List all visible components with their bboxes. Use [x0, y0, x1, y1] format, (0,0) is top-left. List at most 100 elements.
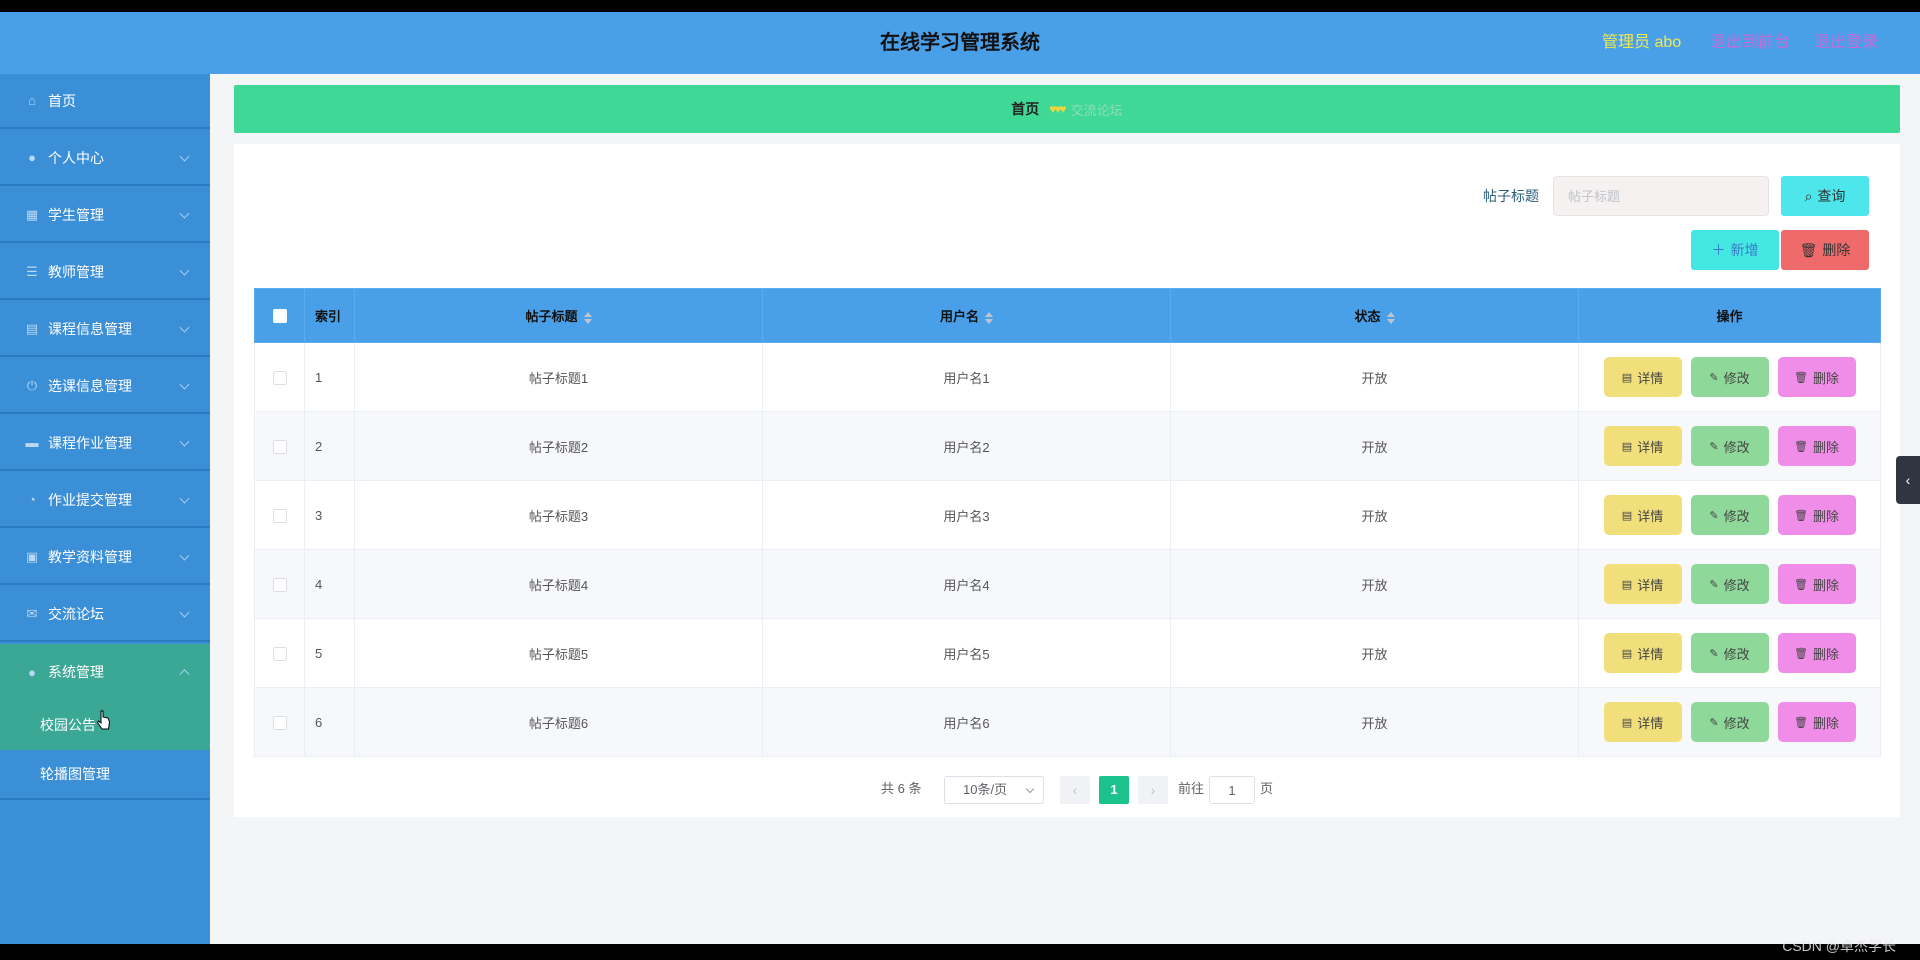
- select-all-checkbox[interactable]: [272, 309, 287, 324]
- sidebar-item-homework[interactable]: ▬ 课程作业管理: [0, 416, 210, 471]
- row-checkbox[interactable]: [272, 439, 287, 454]
- sort-icon[interactable]: [583, 311, 592, 324]
- logout-link[interactable]: 退出登录: [1814, 12, 1878, 74]
- row-checkbox[interactable]: [272, 715, 287, 730]
- sidebar-item-materials[interactable]: ▣ 教学资料管理: [0, 530, 210, 585]
- sidebar-item-courses[interactable]: ▤ 课程信息管理: [0, 302, 210, 357]
- search-icon: ⌕: [1804, 187, 1813, 204]
- row-user: 用户名6: [762, 687, 1171, 757]
- column-header-title[interactable]: 帖子标题: [354, 288, 763, 343]
- row-status: 开放: [1170, 480, 1579, 550]
- plus-icon: ＋: [1711, 242, 1726, 258]
- sidebar-item-submissions[interactable]: ◔ 作业提交管理: [0, 473, 210, 528]
- sidebar-item-teachers[interactable]: ☰ 教师管理: [0, 245, 210, 300]
- column-header-title-label: 帖子标题: [525, 309, 578, 324]
- row-checkbox[interactable]: [272, 577, 287, 592]
- row-checkbox[interactable]: [272, 370, 287, 385]
- menu-lines-icon: ☰: [26, 263, 38, 279]
- row-select-cell: [254, 618, 305, 688]
- edit-button-label: 修改: [1723, 370, 1750, 386]
- page-size-select[interactable]: 10条/页: [944, 776, 1044, 804]
- delete-button[interactable]: 🗑 删除: [1777, 564, 1856, 604]
- sidebar-item-system[interactable]: ● 系统管理: [0, 644, 210, 700]
- sidebar-item-label: 教师管理: [48, 263, 104, 280]
- edit-button[interactable]: ✎ 修改: [1690, 426, 1769, 466]
- collapse-tab[interactable]: ‹: [1896, 456, 1920, 504]
- delete-button[interactable]: 🗑 删除: [1777, 357, 1856, 397]
- sidebar-item-label: 课程信息管理: [48, 320, 132, 337]
- row-checkbox[interactable]: [272, 646, 287, 661]
- edit-button[interactable]: ✎ 修改: [1690, 357, 1769, 397]
- pencil-icon: ✎: [1709, 440, 1719, 453]
- mouse-pointer-icon: [97, 710, 111, 730]
- next-page-button[interactable]: ›: [1138, 776, 1168, 804]
- edit-button-label: 修改: [1723, 646, 1750, 662]
- delete-button-label: 删除: [1812, 508, 1839, 524]
- prev-page-button[interactable]: ‹: [1060, 776, 1090, 804]
- edit-button[interactable]: ✎ 修改: [1690, 564, 1769, 604]
- row-select-cell: [254, 687, 305, 757]
- sidebar-item-label: 选课信息管理: [48, 377, 132, 394]
- column-header-status-label: 状态: [1354, 309, 1381, 324]
- pencil-icon: ✎: [1709, 578, 1719, 591]
- delete-button[interactable]: 🗑 删除: [1777, 702, 1856, 742]
- document-icon: ▤: [1621, 371, 1633, 384]
- document-icon: ▤: [1621, 578, 1633, 591]
- row-title: 帖子标题5: [354, 618, 763, 688]
- detail-button[interactable]: ▤ 详情: [1603, 633, 1682, 673]
- chevron-up-icon: [179, 669, 190, 680]
- query-button[interactable]: ⌕ 查询: [1781, 176, 1869, 216]
- page-number-current[interactable]: 1: [1099, 776, 1129, 804]
- sidebar-item-students[interactable]: ▦ 学生管理: [0, 188, 210, 243]
- admin-label: 管理员 abo: [1602, 34, 1682, 51]
- edit-button[interactable]: ✎ 修改: [1690, 495, 1769, 535]
- document-icon: ▤: [1621, 509, 1633, 522]
- row-checkbox[interactable]: [272, 508, 287, 523]
- sidebar-item-label: 学生管理: [48, 206, 104, 223]
- user-icon: ●: [28, 664, 36, 680]
- batch-delete-button[interactable]: 🗑 删除: [1781, 230, 1869, 270]
- detail-button[interactable]: ▤ 详情: [1603, 564, 1682, 604]
- goto-page-input[interactable]: [1209, 776, 1255, 804]
- sidebar-subitem-carousel[interactable]: 轮播图管理: [0, 750, 210, 800]
- sidebar-item-label: 系统管理: [48, 664, 104, 680]
- exit-to-front-link[interactable]: 退出到前台: [1710, 12, 1790, 74]
- search-input[interactable]: [1553, 176, 1769, 216]
- posts-table: 索引 帖子标题 用户名 状态 操作 1 帖子标题1 用户名1 开放 ▤ 详情 ✎ 修改 🗑 删除 2…: [254, 288, 1881, 757]
- edit-button[interactable]: ✎ 修改: [1690, 702, 1769, 742]
- sort-icon[interactable]: [1386, 311, 1395, 324]
- delete-button[interactable]: 🗑 删除: [1777, 426, 1856, 466]
- detail-button-label: 详情: [1637, 439, 1664, 455]
- add-button[interactable]: ＋ 新增: [1691, 230, 1779, 270]
- column-header-user-label: 用户名: [939, 309, 979, 324]
- main-content: 首页 ♥♥♥ 交流论坛 帖子标题 ⌕ 查询 ＋ 新增 🗑 删除 索引: [210, 74, 1920, 944]
- column-header-user[interactable]: 用户名: [762, 288, 1171, 343]
- delete-button[interactable]: 🗑 删除: [1777, 495, 1856, 535]
- sidebar-item-home[interactable]: ⌂ 首页: [0, 74, 210, 129]
- column-header-status[interactable]: 状态: [1170, 288, 1579, 343]
- chevron-down-icon: [179, 208, 190, 219]
- detail-button[interactable]: ▤ 详情: [1603, 426, 1682, 466]
- sort-icon[interactable]: [985, 311, 993, 324]
- sidebar-item-enrollment[interactable]: ⏻ 选课信息管理: [0, 359, 210, 414]
- row-index: 6: [304, 687, 355, 757]
- trash-icon: 🗑: [1794, 716, 1808, 729]
- edit-button[interactable]: ✎ 修改: [1690, 633, 1769, 673]
- detail-button[interactable]: ▤ 详情: [1603, 702, 1682, 742]
- row-actions: ▤ 详情 ✎ 修改 🗑 删除: [1578, 342, 1881, 412]
- sidebar-item-label: 首页: [48, 92, 76, 109]
- sidebar-item-personal-center[interactable]: ● 个人中心: [0, 131, 210, 186]
- sidebar-item-forum[interactable]: ✉ 交流论坛: [0, 587, 210, 642]
- detail-button[interactable]: ▤ 详情: [1603, 495, 1682, 535]
- row-actions: ▤ 详情 ✎ 修改 🗑 删除: [1578, 549, 1881, 619]
- chevron-down-icon: [179, 550, 190, 561]
- row-title: 帖子标题3: [354, 480, 763, 550]
- row-select-cell: [254, 480, 305, 550]
- breadcrumb-home[interactable]: 首页: [1011, 99, 1039, 119]
- row-index: 5: [304, 618, 355, 688]
- chevron-down-icon: [179, 607, 190, 618]
- row-select-cell: [254, 549, 305, 619]
- delete-button[interactable]: 🗑 删除: [1777, 633, 1856, 673]
- detail-button[interactable]: ▤ 详情: [1603, 357, 1682, 397]
- row-select-cell: [254, 342, 305, 412]
